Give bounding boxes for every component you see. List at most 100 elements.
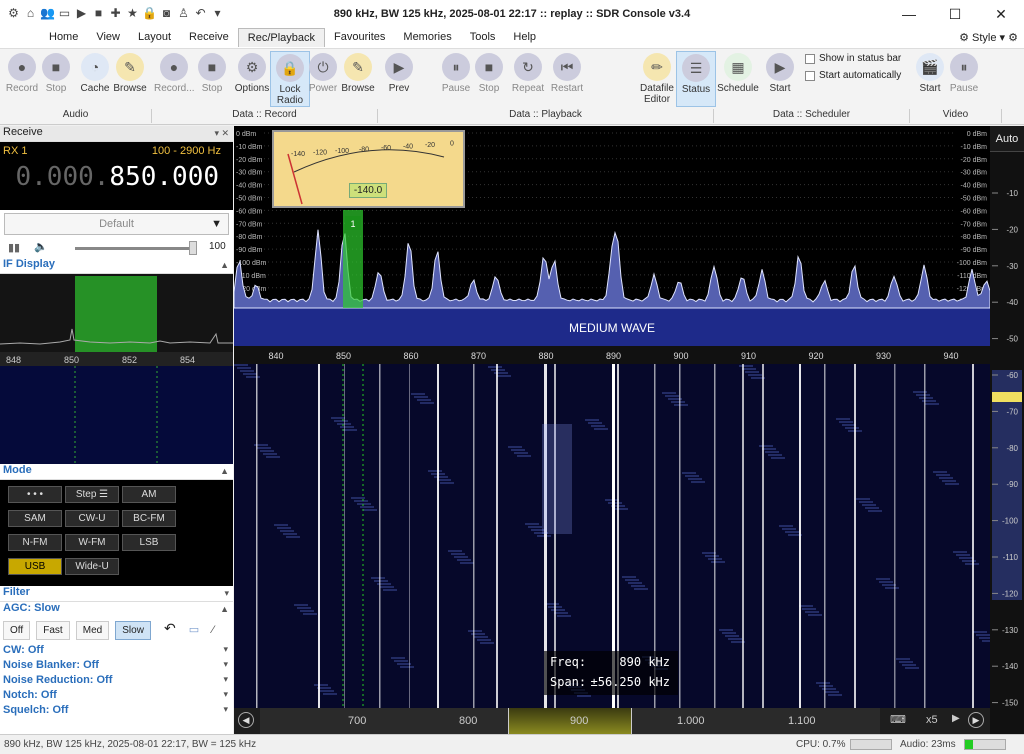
style-menu[interactable]: ⚙ Style ▾ ⚙ — [959, 31, 1018, 44]
filter-header[interactable]: Filter ▾ — [0, 586, 233, 602]
record-data-button[interactable]: ● Record... — [154, 51, 195, 94]
show-in-status-bar-checkbox[interactable]: Show in status bar — [805, 53, 901, 64]
prev-button[interactable]: ▶ Prev — [379, 51, 419, 94]
if-display-graph: 848 850 852 854 — [0, 274, 233, 464]
equalizer-icon[interactable]: ▮▮ — [8, 241, 20, 254]
level-scale-label: -60 — [1006, 371, 1018, 380]
chevron-down-icon: ▾ — [224, 588, 229, 598]
mode-am-button[interactable]: AM — [122, 486, 176, 503]
minimize-button[interactable]: — — [886, 0, 932, 28]
tab-memories[interactable]: Memories — [394, 28, 460, 47]
keyboard-icon[interactable]: ⌨ — [890, 713, 906, 726]
overview-strip[interactable]: 700 800 900 1.000 1.100 — [260, 708, 880, 734]
tab-rec-playback[interactable]: Rec/Playback — [237, 28, 326, 47]
options-button[interactable]: ⚙ Options — [232, 51, 272, 94]
stop-data-button[interactable]: ■ Stop — [192, 51, 232, 94]
meter-tick: -100 — [335, 148, 349, 155]
stop-icon: ■ — [475, 53, 503, 81]
play-icon: ▶ — [385, 53, 413, 81]
collapse-icon[interactable]: ▲ — [220, 604, 229, 614]
zoom-next-icon[interactable]: ▶ — [952, 713, 960, 724]
browse-audio-button[interactable]: ✎ Browse — [110, 51, 150, 94]
level-scale-label: -40 — [1006, 298, 1018, 307]
squelch-option[interactable]: Squelch: Off ▾ — [0, 704, 233, 719]
waterfall-display[interactable]: Freq: 890 kHz Span: ±56.250 kHz — [234, 364, 990, 708]
mode-n-fm-button[interactable]: N-FM — [8, 534, 62, 551]
cpu-bar — [850, 739, 892, 750]
agc-slow-button[interactable]: Slow — [115, 621, 151, 640]
browse-data-button[interactable]: ✎ Browse — [338, 51, 378, 94]
filter-title: Filter — [3, 586, 30, 598]
dbm-label-left: -60 dBm — [236, 208, 263, 215]
volume-slider-thumb[interactable] — [189, 241, 197, 255]
settings-icon[interactable]: ▭ — [189, 624, 199, 636]
undo-icon[interactable]: ↶ — [164, 620, 176, 636]
mode-cw-u-button[interactable]: CW-U — [65, 510, 119, 527]
agc-fast-button[interactable]: Fast — [36, 621, 70, 640]
start-automatically-checkbox[interactable]: Start automatically — [805, 70, 901, 81]
edit-icon: ✏ — [643, 53, 671, 81]
audio-bar — [964, 739, 1006, 750]
start-scheduler-button[interactable]: ▶ Start — [760, 51, 800, 94]
speaker-icon[interactable]: 🔈 — [34, 240, 48, 253]
scroll-left-button[interactable]: ◀ — [238, 712, 254, 728]
record-icon: ● — [160, 53, 188, 81]
mode-more-button[interactable]: • • • — [8, 486, 62, 503]
noise-reduction-option[interactable]: Noise Reduction: Off ▾ — [0, 674, 233, 689]
tab-view[interactable]: View — [87, 28, 129, 47]
repeat-button[interactable]: ↻ Repeat — [508, 51, 548, 94]
notch-option[interactable]: Notch: Off ▾ — [0, 689, 233, 704]
noise-blanker-option[interactable]: Noise Blanker: Off ▾ — [0, 659, 233, 674]
collapse-icon[interactable]: ▲ — [220, 466, 229, 476]
datafile-editor-button[interactable]: ✏ Datafile Editor — [636, 51, 678, 105]
mode-lsb-button[interactable]: LSB — [122, 534, 176, 551]
mode-bc-fm-button[interactable]: BC-FM — [122, 510, 176, 527]
power-button[interactable]: ⏻ Power — [303, 51, 343, 94]
graph-icon[interactable]: ⁄ — [212, 624, 214, 636]
checkbox-box — [805, 53, 815, 64]
tab-tools[interactable]: Tools — [461, 28, 505, 47]
spectrum-freq-tick: 850 — [336, 351, 351, 361]
pause-video-button[interactable]: ⏸ Pause — [944, 51, 984, 94]
spectrum-display[interactable]: 0 dBm -10 dBm -20 dBm -30 dBm -40 dBm -50 dBm… — [234, 126, 990, 364]
spectrum-freq-tick: 890 — [606, 351, 621, 361]
mode-sam-button[interactable]: SAM — [8, 510, 62, 527]
close-button[interactable]: ✕ — [978, 0, 1024, 28]
menu-bar: Home View Layout Receive Rec/Playback Fa… — [0, 28, 1024, 49]
if-display[interactable]: 848 850 852 854 — [0, 274, 233, 464]
mode-w-fm-button[interactable]: W-FM — [65, 534, 119, 551]
ribbon: ● Record ■ Stop ◔ Cache ✎ Browse ● Record... … — [0, 49, 1024, 125]
style-label: Style — [972, 32, 997, 44]
restart-button[interactable]: ⏮ Restart — [547, 51, 587, 94]
agc-med-button[interactable]: Med — [75, 621, 110, 640]
scroll-right-button[interactable]: ▶ — [968, 712, 984, 728]
collapse-icon[interactable]: ▲ — [220, 260, 229, 270]
mode-wide-u-button[interactable]: Wide-U — [65, 558, 119, 575]
stop-playback-button[interactable]: ■ Stop — [469, 51, 509, 94]
tab-layout[interactable]: Layout — [129, 28, 180, 47]
chevron-down-icon: ▾ — [223, 689, 228, 699]
cache-button[interactable]: ◔ Cache — [75, 51, 115, 94]
mode-step-button[interactable]: Step ☰ — [65, 486, 119, 503]
tab-receive[interactable]: Receive — [180, 28, 238, 47]
tab-favourites[interactable]: Favourites — [325, 28, 394, 47]
close-icon[interactable]: ▾ ✕ — [214, 128, 229, 139]
style-gear-icon: ⚙ — [959, 32, 973, 44]
frequency-display[interactable]: 0.000.850.000 — [16, 162, 220, 192]
schedule-button[interactable]: ▦ Schedule — [716, 51, 760, 94]
mode-usb-button[interactable]: USB — [8, 558, 62, 575]
auto-button[interactable]: Auto — [990, 126, 1024, 152]
maximize-button[interactable]: ☐ — [932, 0, 978, 28]
tab-home[interactable]: Home — [40, 28, 87, 47]
volume-slider[interactable] — [75, 241, 197, 255]
preset-dropdown[interactable]: Default ▼ — [4, 213, 229, 235]
cw-option[interactable]: CW: Off ▾ — [0, 644, 233, 659]
stop-audio-button[interactable]: ■ Stop — [36, 51, 76, 94]
tab-help[interactable]: Help — [504, 28, 545, 47]
tooltip-span-value: ±56.250 kHz — [590, 675, 670, 689]
level-scale-label: -140 — [1002, 662, 1019, 671]
status-button[interactable]: ☰ Status — [676, 51, 716, 107]
zoom-value[interactable]: x5 — [926, 714, 938, 726]
overview-tick: 700 — [348, 715, 367, 727]
agc-off-button[interactable]: Off — [3, 621, 31, 640]
